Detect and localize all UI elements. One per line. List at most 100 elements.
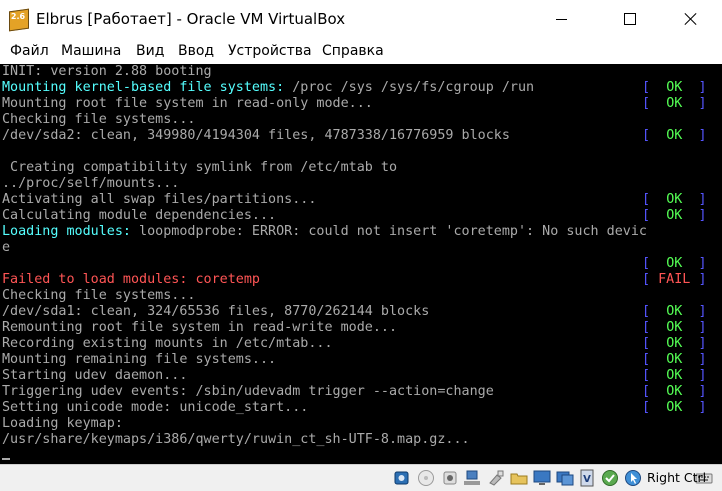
status-bracket: [ bbox=[642, 128, 651, 143]
status-bracket: [ bbox=[642, 304, 651, 319]
optical-drive-icon[interactable] bbox=[417, 469, 435, 487]
status-bracket: [ bbox=[642, 256, 651, 271]
console-text: Checking file systems... bbox=[2, 112, 196, 127]
console-text: Triggering udev events: /sbin/udevadm tr… bbox=[2, 384, 494, 399]
status-bracket: ] bbox=[698, 128, 707, 143]
status-word: OK bbox=[666, 304, 683, 319]
vm-console-screen[interactable]: INIT: version 2.88 booting Mounting kerne… bbox=[0, 64, 722, 464]
audio-icon[interactable] bbox=[441, 469, 459, 487]
console-highlight-text: Loading modules: bbox=[2, 224, 131, 239]
console-line: Failed to load modules: coretemp [ FAIL ] bbox=[2, 272, 718, 288]
status-bracket: [ bbox=[642, 272, 651, 287]
console-text: INIT: version 2.88 booting bbox=[2, 64, 212, 79]
console-line: Starting udev daemon... [ OK ] bbox=[2, 368, 718, 384]
console-text: Starting udev daemon... bbox=[2, 368, 188, 383]
status-bracket: ] bbox=[698, 80, 707, 95]
status-ok: [ OK ] bbox=[642, 192, 707, 208]
close-button[interactable] bbox=[668, 0, 714, 38]
console-text: Activating all swap files/partitions... bbox=[2, 192, 317, 207]
console-highlight-text: Mounting kernel-based file systems: bbox=[2, 80, 285, 95]
host-key-label: Right Ctrl bbox=[647, 470, 707, 485]
console-text: Mounting root file system in read-only m… bbox=[2, 96, 373, 111]
status-bracket: [ bbox=[642, 80, 651, 95]
console-text: /dev/sda1: clean, 324/65536 files, 8770/… bbox=[2, 304, 430, 319]
status-bracket: ] bbox=[698, 368, 707, 383]
console-text: /usr/share/keymaps/i386/qwerty/ruwin_ct_… bbox=[2, 432, 470, 447]
console-text: Calculating module dependencies... bbox=[2, 208, 277, 223]
status-ok: [ OK ] bbox=[642, 368, 707, 384]
status-bracket: ] bbox=[698, 320, 707, 335]
console-line: Mounting kernel-based file systems: /pro… bbox=[2, 80, 718, 96]
status-bracket: ] bbox=[698, 352, 707, 367]
status-bracket: ] bbox=[698, 336, 707, 351]
video-capture-icon[interactable] bbox=[556, 469, 574, 487]
console-text: Creating compatibility symlink from /etc… bbox=[2, 160, 398, 175]
close-icon bbox=[684, 12, 698, 26]
console-text: ../proc/self/mounts... bbox=[2, 176, 180, 191]
status-bracket: ] bbox=[698, 208, 707, 223]
status-word: OK bbox=[666, 192, 683, 207]
network-icon[interactable] bbox=[463, 469, 481, 487]
console-line: /dev/sda1: clean, 324/65536 files, 8770/… bbox=[2, 304, 718, 320]
status-bar: V Right Ctrl bbox=[0, 464, 722, 491]
console-text: loopmodprobe: ERROR: could not insert 'c… bbox=[131, 224, 647, 239]
console-line: Setting unicode mode: unicode_start... [ … bbox=[2, 400, 718, 416]
console-line: Triggering udev events: /sbin/udevadm tr… bbox=[2, 384, 718, 400]
status-bracket: ] bbox=[698, 400, 707, 415]
shared-folders-icon[interactable] bbox=[510, 469, 528, 487]
menu-input[interactable]: Ввод bbox=[178, 43, 214, 59]
status-ok: [ OK ] bbox=[642, 128, 707, 144]
status-word: FAIL bbox=[658, 272, 691, 287]
status-ok: [ OK ] bbox=[642, 256, 707, 272]
menu-machine[interactable]: Машина bbox=[61, 43, 121, 59]
maximize-button[interactable] bbox=[607, 0, 653, 38]
console-text: e bbox=[2, 240, 11, 255]
minimize-button[interactable] bbox=[538, 0, 584, 38]
status-bracket: [ bbox=[642, 400, 651, 415]
title-bar[interactable]: 2.6 Elbrus [Работает] - Oracle VM Virtua… bbox=[0, 0, 722, 38]
virtualbox-app-icon[interactable]: 2.6 bbox=[8, 8, 29, 32]
maximize-icon bbox=[624, 13, 636, 25]
console-line: Mounting remaining file systems... [ OK ] bbox=[2, 352, 718, 368]
status-bracket: [ bbox=[642, 320, 651, 335]
usb-icon[interactable] bbox=[487, 469, 505, 487]
virtualization-icon[interactable]: V bbox=[578, 469, 596, 487]
console-line: e bbox=[2, 240, 718, 256]
menu-devices[interactable]: Устройства bbox=[228, 43, 312, 59]
console-line: Checking file systems... bbox=[2, 112, 718, 128]
console-line: /usr/share/keymaps/i386/qwerty/ruwin_ct_… bbox=[2, 432, 718, 448]
console-line: Loading keymap: bbox=[2, 416, 718, 432]
status-ok: [ OK ] bbox=[642, 208, 707, 224]
status-bracket: [ bbox=[642, 96, 651, 111]
status-bracket: ] bbox=[698, 384, 707, 399]
menu-file[interactable]: Файл bbox=[10, 43, 49, 59]
display-icon[interactable] bbox=[533, 469, 551, 487]
status-bracket: [ bbox=[642, 368, 651, 383]
console-line: [ OK ] bbox=[2, 256, 718, 272]
status-bracket: [ bbox=[642, 192, 651, 207]
status-word: OK bbox=[666, 320, 683, 335]
status-bracket: ] bbox=[698, 304, 707, 319]
hard-disk-icon[interactable] bbox=[393, 469, 411, 487]
status-bracket: ] bbox=[698, 192, 707, 207]
console-line: Creating compatibility symlink from /etc… bbox=[2, 160, 718, 176]
status-fail: [ FAIL ] bbox=[642, 272, 707, 288]
guest-additions-icon[interactable] bbox=[601, 469, 619, 487]
status-word: OK bbox=[666, 336, 683, 351]
status-bracket: [ bbox=[642, 352, 651, 367]
status-word: OK bbox=[666, 400, 683, 415]
console-line: /dev/sda2: clean, 349980/4194304 files, … bbox=[2, 128, 718, 144]
status-word: OK bbox=[666, 384, 683, 399]
status-ok: [ OK ] bbox=[642, 304, 707, 320]
status-bracket: ] bbox=[698, 96, 707, 111]
minimize-icon bbox=[555, 18, 567, 20]
status-word: OK bbox=[666, 368, 683, 383]
console-text: Checking file systems... bbox=[2, 288, 196, 303]
menu-help[interactable]: Справка bbox=[322, 43, 384, 59]
svg-text:V: V bbox=[583, 474, 591, 485]
mouse-integration-icon[interactable] bbox=[624, 469, 642, 487]
console-line: Loading modules: loopmodprobe: ERROR: co… bbox=[2, 224, 718, 240]
console-line: Mounting root file system in read-only m… bbox=[2, 96, 718, 112]
menu-view[interactable]: Вид bbox=[136, 43, 164, 59]
